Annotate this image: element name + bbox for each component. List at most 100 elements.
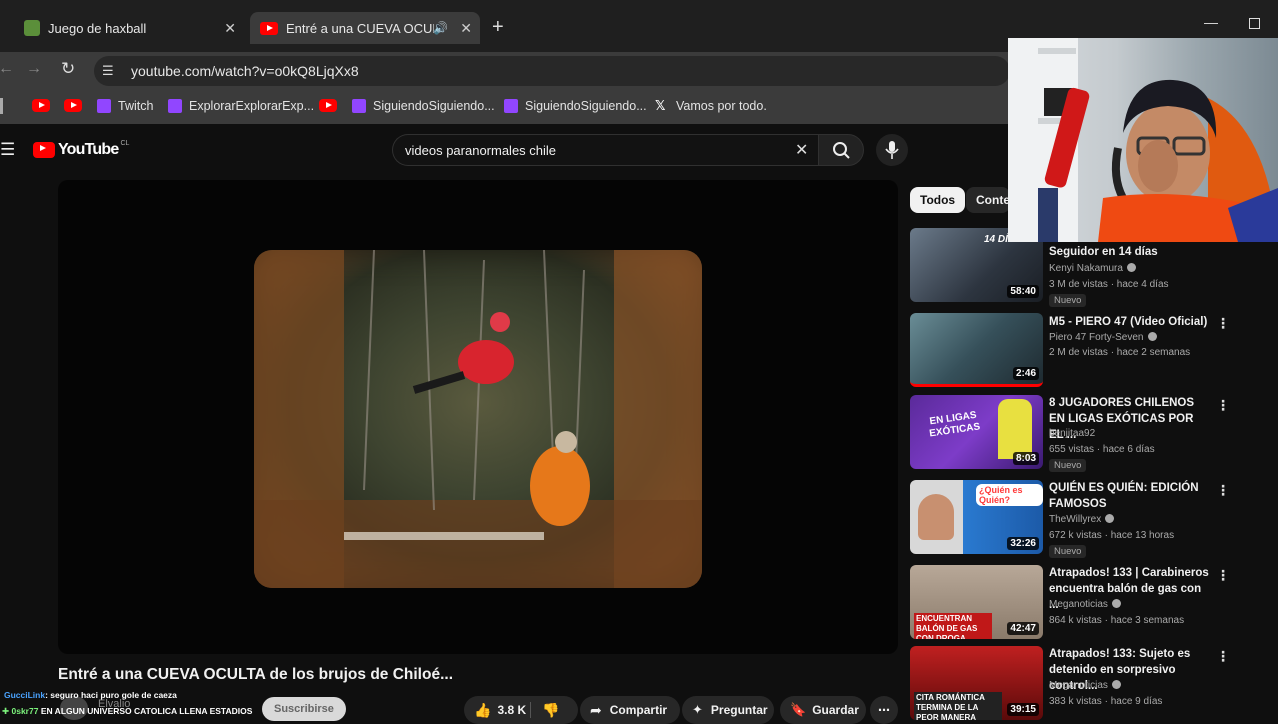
new-tab-icon[interactable]: + — [492, 16, 504, 39]
sparkle-icon: ✦ — [692, 702, 703, 717]
like-icon[interactable]: 👍 — [474, 702, 491, 719]
tab-label: Entré a una CUEVA OCULTA — [286, 20, 434, 36]
more-options-icon[interactable]: ⋮ — [1216, 315, 1230, 332]
video-meta: 864 k vistas · hace 3 semanas — [1049, 615, 1185, 626]
new-badge: Nuevo — [1049, 545, 1087, 558]
microphone-icon — [885, 141, 899, 159]
youtube-icon — [319, 99, 337, 112]
chat-message: ✚ 0skr77 EN ALGUN UNIVERSO CATOLICA LLEN… — [2, 706, 253, 716]
verified-icon — [1111, 599, 1121, 608]
video-thumbnail[interactable]: ENCUENTRAN BALÓN DE GAS CON DROGA 42:47 — [910, 565, 1043, 639]
channel-name[interactable]: benjitaa92 — [1049, 428, 1095, 439]
share-icon: ➦ — [590, 701, 602, 718]
webcam-scene — [1008, 38, 1278, 242]
minimize-icon[interactable]: — — [1204, 14, 1218, 30]
search-text: videos paranormales chile — [405, 143, 557, 158]
bookmark-item[interactable]: 𝕏 Vamos por todo. — [655, 99, 767, 114]
menu-icon[interactable]: ☰ — [0, 140, 15, 160]
video-thumbnail[interactable]: 2:46 — [910, 313, 1043, 387]
video-meta: 2 M de vistas · hace 2 semanas — [1049, 347, 1191, 358]
bookmark-icon: 🔖 — [790, 702, 807, 717]
verified-icon — [1111, 680, 1121, 689]
video-thumbnail[interactable]: ¿Quién es Quién? 32:26 — [910, 480, 1043, 554]
bookmark-item[interactable] — [64, 99, 89, 112]
chip-todos[interactable]: Todos — [910, 187, 966, 213]
youtube-icon — [64, 99, 82, 112]
youtube-logo[interactable]: YouTube CL — [33, 140, 129, 159]
more-options-icon[interactable]: ⋮ — [1216, 567, 1230, 584]
close-icon[interactable]: ✕ — [224, 20, 236, 37]
restore-icon[interactable] — [1249, 18, 1260, 29]
verified-icon — [1126, 263, 1136, 272]
player-figure — [998, 399, 1032, 459]
verified-icon — [1105, 514, 1115, 523]
video-meta: 672 k vistas · hace 13 horas — [1049, 530, 1175, 541]
related-video[interactable]: EN LIGAS EXÓTICAS 8:03 8 JUGADORES CHILE… — [910, 395, 1278, 473]
video-title[interactable]: Seguidor en 14 días — [1049, 244, 1211, 260]
dislike-icon[interactable]: 👎 — [542, 702, 559, 719]
apps-icon[interactable] — [0, 98, 3, 114]
more-options-icon[interactable]: ⋮ — [1216, 648, 1230, 665]
back-icon[interactable]: ← — [0, 60, 14, 78]
related-video[interactable]: 2:46 M5 - PIERO 47 (Video Oficial) Piero… — [910, 313, 1278, 389]
url-text: youtube.com/watch?v=o0kQ8LjqXx8 — [131, 63, 359, 79]
url-field[interactable]: ☰ youtube.com/watch?v=o0kQ8LjqXx8 — [94, 56, 1010, 86]
related-video[interactable]: ENCUENTRAN BALÓN DE GAS CON DROGA 42:47 … — [910, 565, 1278, 639]
video-thumbnail[interactable]: CITA ROMÁNTICA TERMINA DE LA PEOR MANERA… — [910, 646, 1043, 720]
site-info-icon[interactable]: ☰ — [102, 63, 114, 79]
twitch-icon — [504, 99, 518, 113]
search-button[interactable] — [818, 134, 864, 166]
new-badge: Nuevo — [1049, 459, 1087, 472]
bookmark-item[interactable]: SiguiendoSiguiendo... — [352, 99, 495, 113]
video-thumbnail[interactable]: EN LIGAS EXÓTICAS 8:03 — [910, 395, 1043, 469]
related-video[interactable]: CITA ROMÁNTICA TERMINA DE LA PEOR MANERA… — [910, 646, 1278, 720]
video-player[interactable] — [58, 180, 898, 654]
video-title: Entré a una CUEVA OCULTA de los brujos d… — [58, 666, 454, 683]
like-count[interactable]: 3.8 K — [497, 703, 526, 717]
address-bar-row: ← → ↻ ☰ youtube.com/watch?v=o0kQ8LjqXx8 — [0, 52, 1010, 90]
person-figure — [918, 494, 954, 540]
youtube-icon — [32, 99, 50, 112]
channel-name[interactable]: Piero 47 Forty-Seven — [1049, 332, 1157, 343]
tab-haxball[interactable]: Juego de haxball ✕ — [12, 12, 244, 44]
channel-name[interactable]: TheWillyrex — [1049, 514, 1115, 525]
youtube-logo-icon — [33, 142, 55, 158]
verified-icon — [1147, 332, 1157, 341]
tab-youtube-video[interactable]: Entré a una CUEVA OCULTA 🔊 ✕ — [250, 12, 480, 44]
bookmark-item[interactable] — [32, 99, 57, 112]
search-icon — [833, 142, 850, 159]
tab-label: Juego de haxball — [48, 20, 147, 36]
bookmark-twitch[interactable]: Twitch — [97, 99, 153, 113]
voice-search-button[interactable] — [876, 134, 908, 166]
youtube-header: ☰ YouTube CL videos paranormales chile ✕ — [0, 124, 1010, 176]
more-options-icon[interactable]: ⋮ — [1216, 397, 1230, 414]
stream-chat-overlay: GucciLink: seguro haci puro gole de caez… — [0, 688, 300, 720]
speaker-icon[interactable]: 🔊 — [433, 21, 448, 35]
video-title[interactable]: QUIÉN ES QUIÉN: EDICIÓN FAMOSOS — [1049, 480, 1211, 512]
twitch-icon — [352, 99, 366, 113]
reload-icon[interactable]: ↻ — [61, 59, 75, 79]
bookmarks-bar: Twitch ExplorarExplorarExp... SiguiendoS… — [0, 90, 1010, 124]
twitch-icon — [97, 99, 111, 113]
channel-name[interactable]: Meganoticias — [1049, 599, 1121, 610]
forward-icon[interactable]: → — [26, 60, 42, 78]
bookmark-item[interactable]: SiguiendoSiguiendo... — [504, 99, 647, 113]
more-options-icon[interactable]: ⋮ — [1216, 482, 1230, 499]
video-meta: 3 M de vistas · hace 4 días — [1049, 279, 1169, 290]
new-badge: Nuevo — [1049, 294, 1087, 307]
video-meta: 383 k vistas · hace 9 días — [1049, 696, 1163, 707]
more-horizontal-icon: ⋯ — [878, 703, 890, 717]
chip-contenido[interactable]: Conten — [966, 187, 1010, 213]
video-meta: 655 vistas · hace 6 días — [1049, 444, 1155, 455]
close-icon[interactable]: ✕ — [460, 20, 472, 37]
chat-message: GucciLink: seguro haci puro gole de caez… — [4, 690, 177, 700]
search-input[interactable]: videos paranormales chile ✕ — [392, 134, 820, 166]
video-title[interactable]: M5 - PIERO 47 (Video Oficial) — [1049, 314, 1211, 330]
bookmark-item[interactable]: ExplorarExplorarExp... — [168, 99, 314, 113]
channel-name[interactable]: Kenyi Nakamura — [1049, 263, 1136, 274]
haxball-favicon-icon — [24, 20, 40, 36]
bookmark-item[interactable] — [319, 99, 344, 112]
related-video[interactable]: ¿Quién es Quién? 32:26 QUIÉN ES QUIÉN: E… — [910, 480, 1278, 558]
channel-name[interactable]: Meganoticias — [1049, 680, 1121, 691]
clear-search-icon[interactable]: ✕ — [795, 140, 808, 160]
